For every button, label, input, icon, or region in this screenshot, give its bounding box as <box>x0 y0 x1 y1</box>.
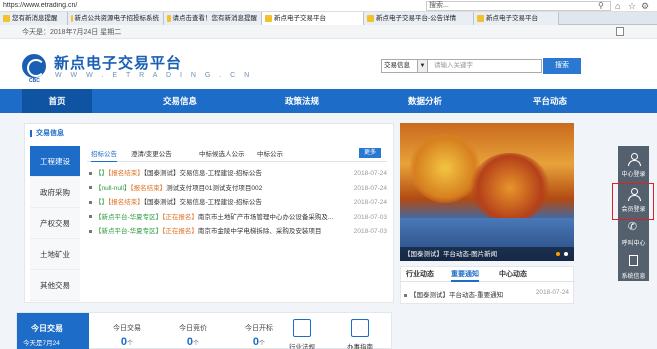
category-tab-procurement[interactable]: 政府采购 <box>30 177 80 208</box>
doc-icon <box>629 255 638 266</box>
today-summary: 今日交易 今天是7月24 <box>17 313 89 349</box>
browser-tab-active[interactable]: 新点电子交易平台 <box>262 12 364 25</box>
site-header: CBC 新点电子交易平台 W W W . E T R A D I N G . C… <box>0 39 657 89</box>
page-icon <box>265 15 272 22</box>
stat-today-openings: 今日开标 0个 <box>245 325 273 348</box>
panel-title: 交易信息 <box>30 130 64 137</box>
browser-search-input[interactable]: 搜索... <box>426 1 611 11</box>
list-item[interactable]: 【新点平台-华夏专区】【正在报名】南京市土地矿产市场管理中心办公设备采购及...… <box>89 211 387 226</box>
call-center-button[interactable]: ✆ 呼叫中心 <box>618 216 649 249</box>
guide-icon[interactable] <box>351 319 369 337</box>
search-icon[interactable]: ⚲ <box>598 1 604 10</box>
stat-today-bids: 今日竞价 0个 <box>179 325 207 348</box>
favorites-icon[interactable]: ☆ <box>628 0 636 12</box>
browser-tab[interactable]: 新点公共资源电子招投标系统 <box>68 12 164 25</box>
bullet-icon <box>89 229 92 233</box>
tab-award[interactable]: 中标公示 <box>257 150 283 162</box>
system-info-button[interactable]: 系统信息 <box>618 249 649 282</box>
tab-tender-notice[interactable]: 招标公告 <box>91 150 117 162</box>
list-item[interactable]: 【null-null】【报名结束】测试支付项目01测试支付项目002 2018-… <box>89 182 387 197</box>
site-info-bar: 今天是：2018年7月24日 星期二 <box>0 25 657 39</box>
logo-icon[interactable] <box>22 54 46 78</box>
nav-home[interactable]: 首页 <box>22 89 92 113</box>
category-tabs: 工程建设 政府采购 产权交易 土地矿业 其他交易 <box>30 146 80 301</box>
url-field[interactable]: https://www.etrading.cn/ <box>0 2 390 9</box>
notice-list: 【】【报名结束】【国泰测试】交易信息-工程建设-招标公告 2018-07-24 … <box>89 167 387 240</box>
more-button[interactable]: 更多 <box>359 148 381 158</box>
bullet-icon <box>89 171 92 175</box>
photo-news-carousel[interactable]: 【国泰测试】平台动态-图片新闻 <box>400 123 574 261</box>
current-date: 今天是：2018年7月24日 星期二 <box>22 29 122 36</box>
trade-info-panel: 交易信息 工程建设 政府采购 产权交易 土地矿业 其他交易 招标公告 澄清/变更… <box>24 123 394 303</box>
tab-important-notice[interactable]: 重要通知 <box>451 269 479 282</box>
browser-address-bar: https://www.etrading.cn/ 搜索... ⚲ ⌂ ☆ ⚙ <box>0 0 657 12</box>
photo-caption[interactable]: 【国泰测试】平台动态-图片新闻 <box>404 248 497 258</box>
person-icon <box>628 153 641 166</box>
bullet-icon <box>404 293 407 297</box>
document-icon[interactable] <box>616 27 624 36</box>
site-title[interactable]: 新点电子交易平台 <box>54 52 182 73</box>
carousel-dot[interactable] <box>564 252 568 256</box>
stat-today-trades: 今日交易 0个 <box>113 325 141 348</box>
page-icon <box>167 15 171 22</box>
list-item[interactable]: 【国泰测试】平台动态-重要通知 2018-07-24 <box>404 289 572 299</box>
book-icon[interactable] <box>293 319 311 337</box>
page-icon <box>71 15 73 22</box>
home-icon[interactable]: ⌂ <box>615 0 620 12</box>
category-tab-engineering[interactable]: 工程建设 <box>30 146 80 177</box>
search-category-select[interactable]: 交易信息 ▼ <box>381 59 428 73</box>
search-button[interactable]: 搜索 <box>543 58 581 74</box>
browser-tab[interactable]: 新点电子交易平台 <box>474 12 559 25</box>
nav-data-analysis[interactable]: 数据分析 <box>385 89 465 113</box>
category-tab-other[interactable]: 其他交易 <box>30 270 80 301</box>
list-item[interactable]: 【】【报名结束】【国泰测试】交易信息-工程建设-招标公告 2018-07-24 <box>89 167 387 182</box>
search-input[interactable]: 请输入关键字 <box>428 59 542 73</box>
list-item[interactable]: 【】【报名结束】【国泰测试】交易信息-工程建设-招标公告 2018-07-24 <box>89 196 387 211</box>
autumn-tree-image <box>470 153 550 223</box>
carousel-dot[interactable] <box>556 252 560 256</box>
news-tabs: 行业动态 重要通知 中心动态 <box>401 267 575 282</box>
quick-link-regulations[interactable]: 行业法规 <box>282 341 322 349</box>
nav-policy[interactable]: 政策法规 <box>262 89 342 113</box>
page-icon <box>477 15 484 22</box>
center-login-button[interactable]: 中心登录 <box>618 147 649 180</box>
page-icon <box>367 15 374 22</box>
highlight-box <box>612 183 654 220</box>
main-nav: 首页 交易信息 政策法规 数据分析 平台动态 <box>0 89 657 113</box>
site-domain: W W W . E T R A D I N G . C N <box>55 72 253 79</box>
category-tab-land[interactable]: 土地矿业 <box>30 239 80 270</box>
tab-candidates[interactable]: 中标候选人公示 <box>199 150 245 162</box>
stats-bar: 今日交易 今天是7月24 今日交易 0个 今日竞价 0个 今日开标 0个 行业法… <box>16 312 392 349</box>
page-icon <box>3 15 10 22</box>
nav-platform-news[interactable]: 平台动态 <box>510 89 590 113</box>
browser-tab[interactable]: 您有新消息提醒 <box>0 12 68 25</box>
browser-tab[interactable]: 新点电子交易平台-公告详情 <box>364 12 474 25</box>
nav-trade-info[interactable]: 交易信息 <box>140 89 220 113</box>
bullet-icon <box>89 186 92 190</box>
browser-tab-bar: 您有新消息提醒 新点公共资源电子招投标系统 请点击查看！您有新消息提醒 新点电子… <box>0 12 657 25</box>
chevron-down-icon[interactable]: ▼ <box>417 60 427 72</box>
bullet-icon <box>89 215 92 219</box>
list-item[interactable]: 【新点平台-华夏专区】【正在报名】南京市金陵中学电梯拆除、采购及安装项目 201… <box>89 225 387 240</box>
notice-type-tabs: 招标公告 澄清/变更公告 中标候选人公示 中标公示 <box>87 150 387 162</box>
news-panel: 行业动态 重要通知 中心动态 【国泰测试】平台动态-重要通知 2018-07-2… <box>400 266 575 304</box>
bullet-icon <box>89 200 92 204</box>
gear-icon[interactable]: ⚙ <box>641 0 649 12</box>
logo-text: CBC <box>29 78 40 84</box>
tab-clarification[interactable]: 澄清/变更公告 <box>131 150 172 162</box>
quick-link-guide[interactable]: 办事指南 <box>340 341 380 349</box>
tab-center-news[interactable]: 中心动态 <box>499 269 527 282</box>
browser-tab[interactable]: 请点击查看！您有新消息提醒 <box>164 12 262 25</box>
category-tab-property[interactable]: 产权交易 <box>30 208 80 239</box>
phone-icon: ✆ <box>627 221 638 233</box>
tab-industry-news[interactable]: 行业动态 <box>406 269 434 282</box>
